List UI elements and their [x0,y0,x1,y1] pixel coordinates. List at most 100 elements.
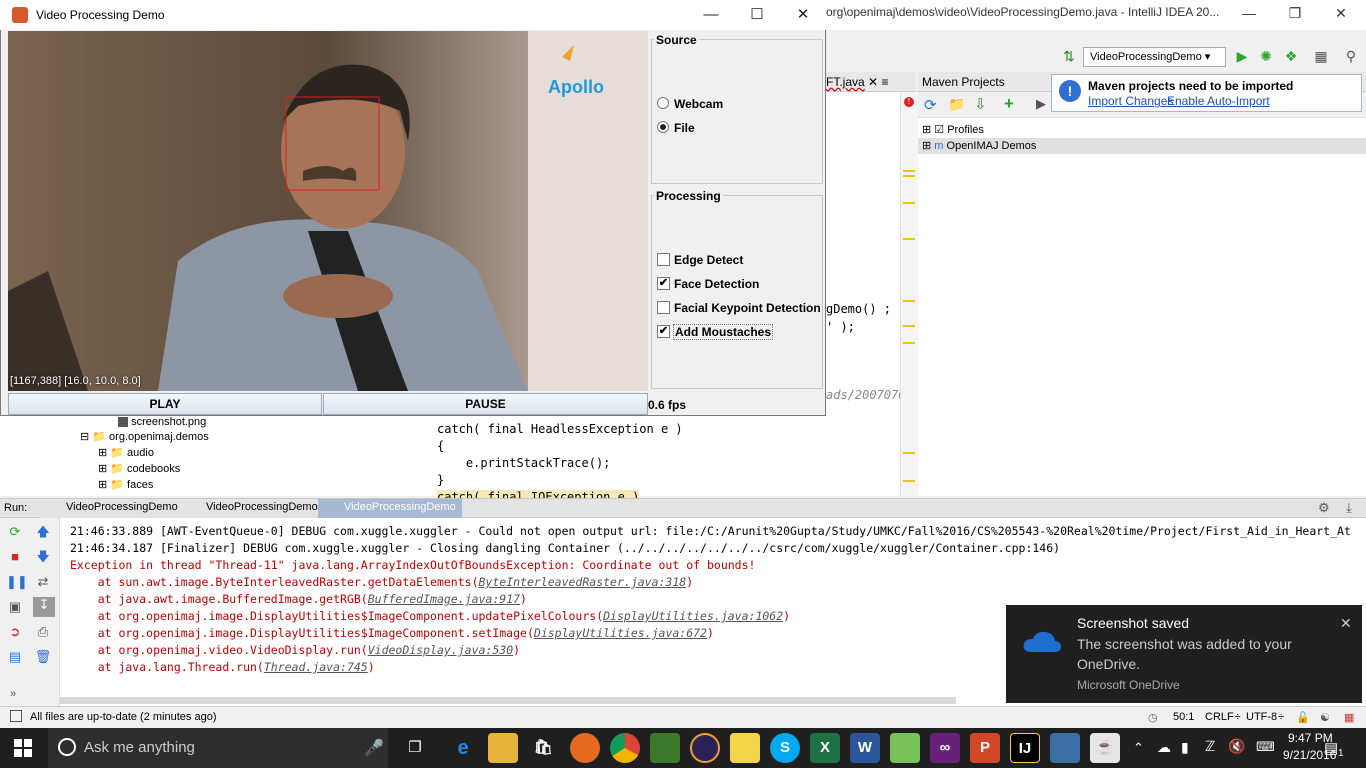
down-arrow-icon[interactable]: 🡇 [34,549,52,565]
stack-frame-link[interactable]: ByteInterleavedRaster.java:318 [479,575,687,589]
error-indicator-icon[interactable]: ! [904,97,914,107]
onedrive-tray-icon[interactable]: ☁ [1157,739,1171,756]
hide-panel-icon[interactable]: ⤓ [1346,500,1352,516]
ide-minimize-button[interactable]: — [1226,2,1272,28]
microphone-icon[interactable]: 🎤 [364,738,384,758]
download-icon[interactable]: ⇩ [974,95,987,113]
debug-icon[interactable]: ✺ [1257,47,1275,65]
close-button[interactable]: ✕ [780,4,826,26]
more-icon[interactable]: » [4,686,22,702]
rerun-icon[interactable]: ⟳ [6,524,24,540]
memory-indicator-icon[interactable]: ◷ [1148,711,1158,724]
soft-wrap-icon[interactable]: ⇄ [34,574,52,590]
pause-button[interactable]: PAUSE [323,393,648,415]
volume-icon[interactable]: 🔇 [1228,738,1245,755]
excel-icon[interactable]: X [810,733,840,763]
facial-keypoint-label[interactable]: Facial Keypoint Detection [674,301,821,315]
intellij-icon[interactable]: IJ [1010,733,1040,763]
face-detection-label[interactable]: Face Detection [674,277,759,291]
input-language-icon[interactable]: ⌨ [1256,739,1275,755]
ide-close-button[interactable]: ✕ [1318,2,1364,28]
stack-frame-link[interactable]: VideoDisplay.java:530 [368,643,513,657]
coverage-icon[interactable]: ❖ [1282,47,1300,65]
wifi-icon[interactable]: ℤ [1205,738,1215,755]
add-moustaches-checkbox[interactable]: ✔ [657,325,670,338]
reimport-icon[interactable]: ⟳ [924,96,937,114]
add-icon[interactable]: + [1004,94,1014,114]
facial-keypoint-checkbox[interactable] [657,301,670,314]
settings-gear-icon[interactable]: ⚙ [1318,500,1330,516]
tree-item-package[interactable]: ⊟ 📁 org.openimaj.demos [80,429,209,445]
tree-item-folder[interactable]: ⊞ 📁 codebooks [98,461,180,477]
tree-item-folder[interactable]: ⊞ 📁 audio [98,445,154,461]
chrome-icon[interactable] [610,733,640,763]
action-center-icon[interactable]: ▤ [1324,739,1338,757]
java-icon[interactable]: ☕ [1090,733,1120,763]
warning-mark[interactable] [903,175,915,177]
code-editor[interactable]: catch( final HeadlessException e ) { e.p… [380,416,900,504]
event-log-icon[interactable]: ▦ [1344,711,1354,724]
task-manager-icon[interactable] [650,733,680,763]
login-icon[interactable]: ➲ [6,624,24,640]
file-encoding[interactable]: UTF-8 ÷ [1246,711,1284,723]
file-label[interactable]: File [674,121,695,135]
tab-close-icon[interactable]: ✕ [868,75,878,89]
up-arrow-icon[interactable]: 🡅 [34,524,52,540]
task-view-icon[interactable]: ❐ [400,733,430,763]
edge-icon[interactable]: e [448,733,478,763]
play-button[interactable]: PLAY [8,393,322,415]
project-structure-icon[interactable]: ▦ [1312,47,1330,65]
visual-studio-icon[interactable]: ∞ [930,733,960,763]
android-studio-icon[interactable] [890,733,920,763]
maximize-button[interactable]: ☐ [734,4,780,26]
horizontal-scrollbar[interactable] [60,697,956,704]
tree-item-profiles[interactable]: ⊞ ☑ Profiles [922,122,984,138]
run-tab[interactable]: VideoProcessingDemo [40,499,184,518]
search-everywhere-icon[interactable]: ⚲ [1342,47,1360,65]
generate-sources-icon[interactable]: 📁 [948,96,965,113]
toast-close-icon[interactable]: ✕ [1340,615,1352,632]
trash-icon[interactable]: 🗑 [34,649,52,665]
show-hidden-icons[interactable]: ⌃ [1133,740,1144,756]
editor-tab[interactable]: FT.java ✕ ≡ [826,75,888,89]
warning-mark[interactable] [903,202,915,204]
store-icon[interactable]: 🛍 [528,733,558,763]
pause-icon[interactable]: ❚❚ [6,574,28,590]
stack-frame-link[interactable]: Thread.java:745 [264,660,368,674]
stack-frame-link[interactable]: DisplayUtilities.java:1062 [603,609,783,623]
warning-mark[interactable] [903,480,915,482]
line-separator[interactable]: CRLF ÷ [1205,711,1241,723]
run-goal-icon[interactable]: ▶ [1036,96,1046,112]
run-tab[interactable]: VideoProcessingDemo [180,499,324,518]
sticky-notes-icon[interactable] [730,733,760,763]
stack-frame-link[interactable]: DisplayUtilities.java:672 [534,626,707,640]
warning-mark[interactable] [903,342,915,344]
inspector-icon[interactable]: ☯ [1320,711,1330,724]
scroll-to-end-icon[interactable]: ↧ [33,597,55,617]
webcam-radio[interactable] [657,97,669,109]
tree-item-openimaj-demos[interactable]: ⊞ m OpenIMAJ Demos [918,138,1366,154]
face-detection-checkbox[interactable]: ✔ [657,277,670,290]
enable-auto-import-link[interactable]: Enable Auto-Import [1167,94,1270,108]
tree-item-file[interactable]: screenshot.png [118,414,206,430]
file-radio[interactable] [657,121,669,133]
run-tab-active[interactable]: VideoProcessingDemo [318,499,462,518]
stop-icon[interactable]: ■ [6,549,24,565]
caret-position[interactable]: 50:1 [1173,711,1194,723]
tool-windows-icon[interactable] [10,710,22,722]
firefox-icon[interactable] [570,733,600,763]
skype-icon[interactable]: S [770,733,800,763]
layout-icon[interactable]: ▤ [6,649,24,665]
battery-icon[interactable]: ▮ [1181,739,1189,756]
add-moustaches-label[interactable]: Add Moustaches [673,324,774,340]
edge-detect-checkbox[interactable] [657,253,670,266]
tab-list-icon[interactable]: ≡ [881,75,888,89]
warning-mark[interactable] [903,170,915,172]
run-icon[interactable]: ▶ [1233,47,1251,65]
camera-icon[interactable]: ▣ [6,599,24,615]
tree-item-folder[interactable]: ⊞ 📁 faces [98,477,153,493]
warning-mark[interactable] [903,452,915,454]
run-config-dropdown[interactable]: VideoProcessingDemo ▾ [1083,47,1226,67]
editor-error-stripe[interactable] [900,92,918,496]
ide-restore-button[interactable]: ❐ [1272,2,1318,28]
